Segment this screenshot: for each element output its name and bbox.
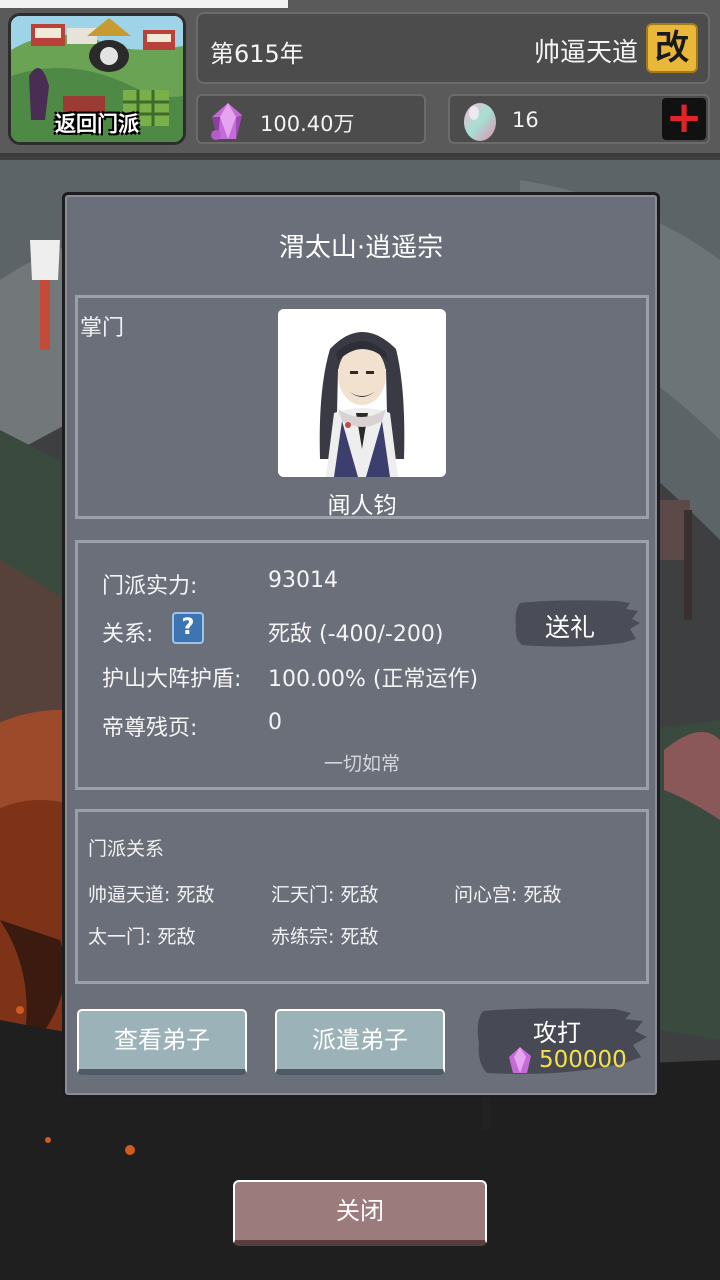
top-bar: 返回门派 第615年 帅逼天道 改 100.40万 16 +: [0, 0, 720, 156]
spirit-egg-icon: [464, 103, 496, 141]
plus-button[interactable]: +: [662, 96, 706, 140]
shield-value: 100.00% (正常运作): [268, 667, 479, 692]
close-button[interactable]: 关闭: [233, 1180, 487, 1246]
crystal-icon: [509, 1047, 531, 1073]
status-note: 一切如常: [323, 753, 400, 775]
send-disciples-button[interactable]: 派遣弟子: [275, 1009, 445, 1075]
crystal-icon: [211, 103, 242, 140]
crystal-value: 100.40万: [260, 112, 355, 136]
top-strip: [0, 0, 288, 8]
shield-label: 护山大阵护盾:: [102, 667, 242, 692]
dialog-title: 渭太山·逍遥宗: [278, 233, 444, 263]
attack-cost: 500000: [539, 1047, 627, 1073]
egg-value: 16: [512, 108, 539, 132]
pages-label: 帝尊残页:: [102, 716, 198, 741]
relation-value: 死敌 (-400/-200): [268, 622, 444, 647]
relation-item: 问心宫: 死敌: [454, 884, 562, 906]
leader-label: 掌门: [80, 316, 125, 341]
relation-item: 太一门: 死敌: [88, 926, 196, 948]
spirit-crystal-counter: 100.40万: [196, 94, 426, 144]
relation-label: 关系:: [102, 622, 154, 647]
sect-relations-panel: 门派关系 帅逼天道: 死敌 汇天门: 死敌 问心宫: 死敌 太一门: 死敌 赤练…: [75, 809, 649, 984]
plus-icon: +: [665, 92, 703, 143]
view-disciples-button[interactable]: 查看弟子: [77, 1009, 247, 1075]
leader-name: 闻人钧: [327, 493, 397, 519]
question-icon[interactable]: ?: [172, 612, 204, 644]
leader-panel: 掌门 闻人钧: [75, 295, 649, 519]
sect-info-panel: 门派实力: 93014 关系: ? 死敌 (-400/-200) 护山大阵护盾:…: [75, 540, 649, 790]
relations-title: 门派关系: [88, 838, 165, 860]
gift-button-label: 送礼: [544, 613, 595, 642]
strength-label: 门派实力:: [102, 574, 198, 599]
player-sect-name: 帅逼天道: [533, 38, 638, 68]
year-label: 第615年: [210, 40, 304, 68]
relation-item: 汇天门: 死敌: [271, 884, 379, 906]
relation-item: 帅逼天道: 死敌: [88, 884, 215, 906]
attack-label: 攻打: [533, 1019, 581, 1047]
spirit-egg-counter: 16 +: [448, 94, 710, 144]
year-panel: 第615年 帅逼天道 改: [196, 12, 710, 84]
relation-item: 赤练宗: 死敌: [271, 926, 379, 948]
pages-value: 0: [268, 710, 282, 735]
leader-portrait[interactable]: [278, 309, 446, 477]
attack-button[interactable]: 攻打 500000: [475, 1007, 647, 1083]
sect-info-dialog: 渭太山·逍遥宗 掌门 闻人钧 门派实力: 93014 关系: ? 死敌 (-40…: [62, 192, 660, 1098]
gift-button[interactable]: 送礼: [514, 599, 640, 649]
rename-button[interactable]: 改: [646, 23, 698, 73]
strength-value: 93014: [268, 568, 338, 593]
return-to-sect-button[interactable]: 返回门派: [8, 13, 186, 145]
leader-portrait-art: [278, 309, 446, 477]
return-to-sect-label: 返回门派: [55, 112, 139, 136]
